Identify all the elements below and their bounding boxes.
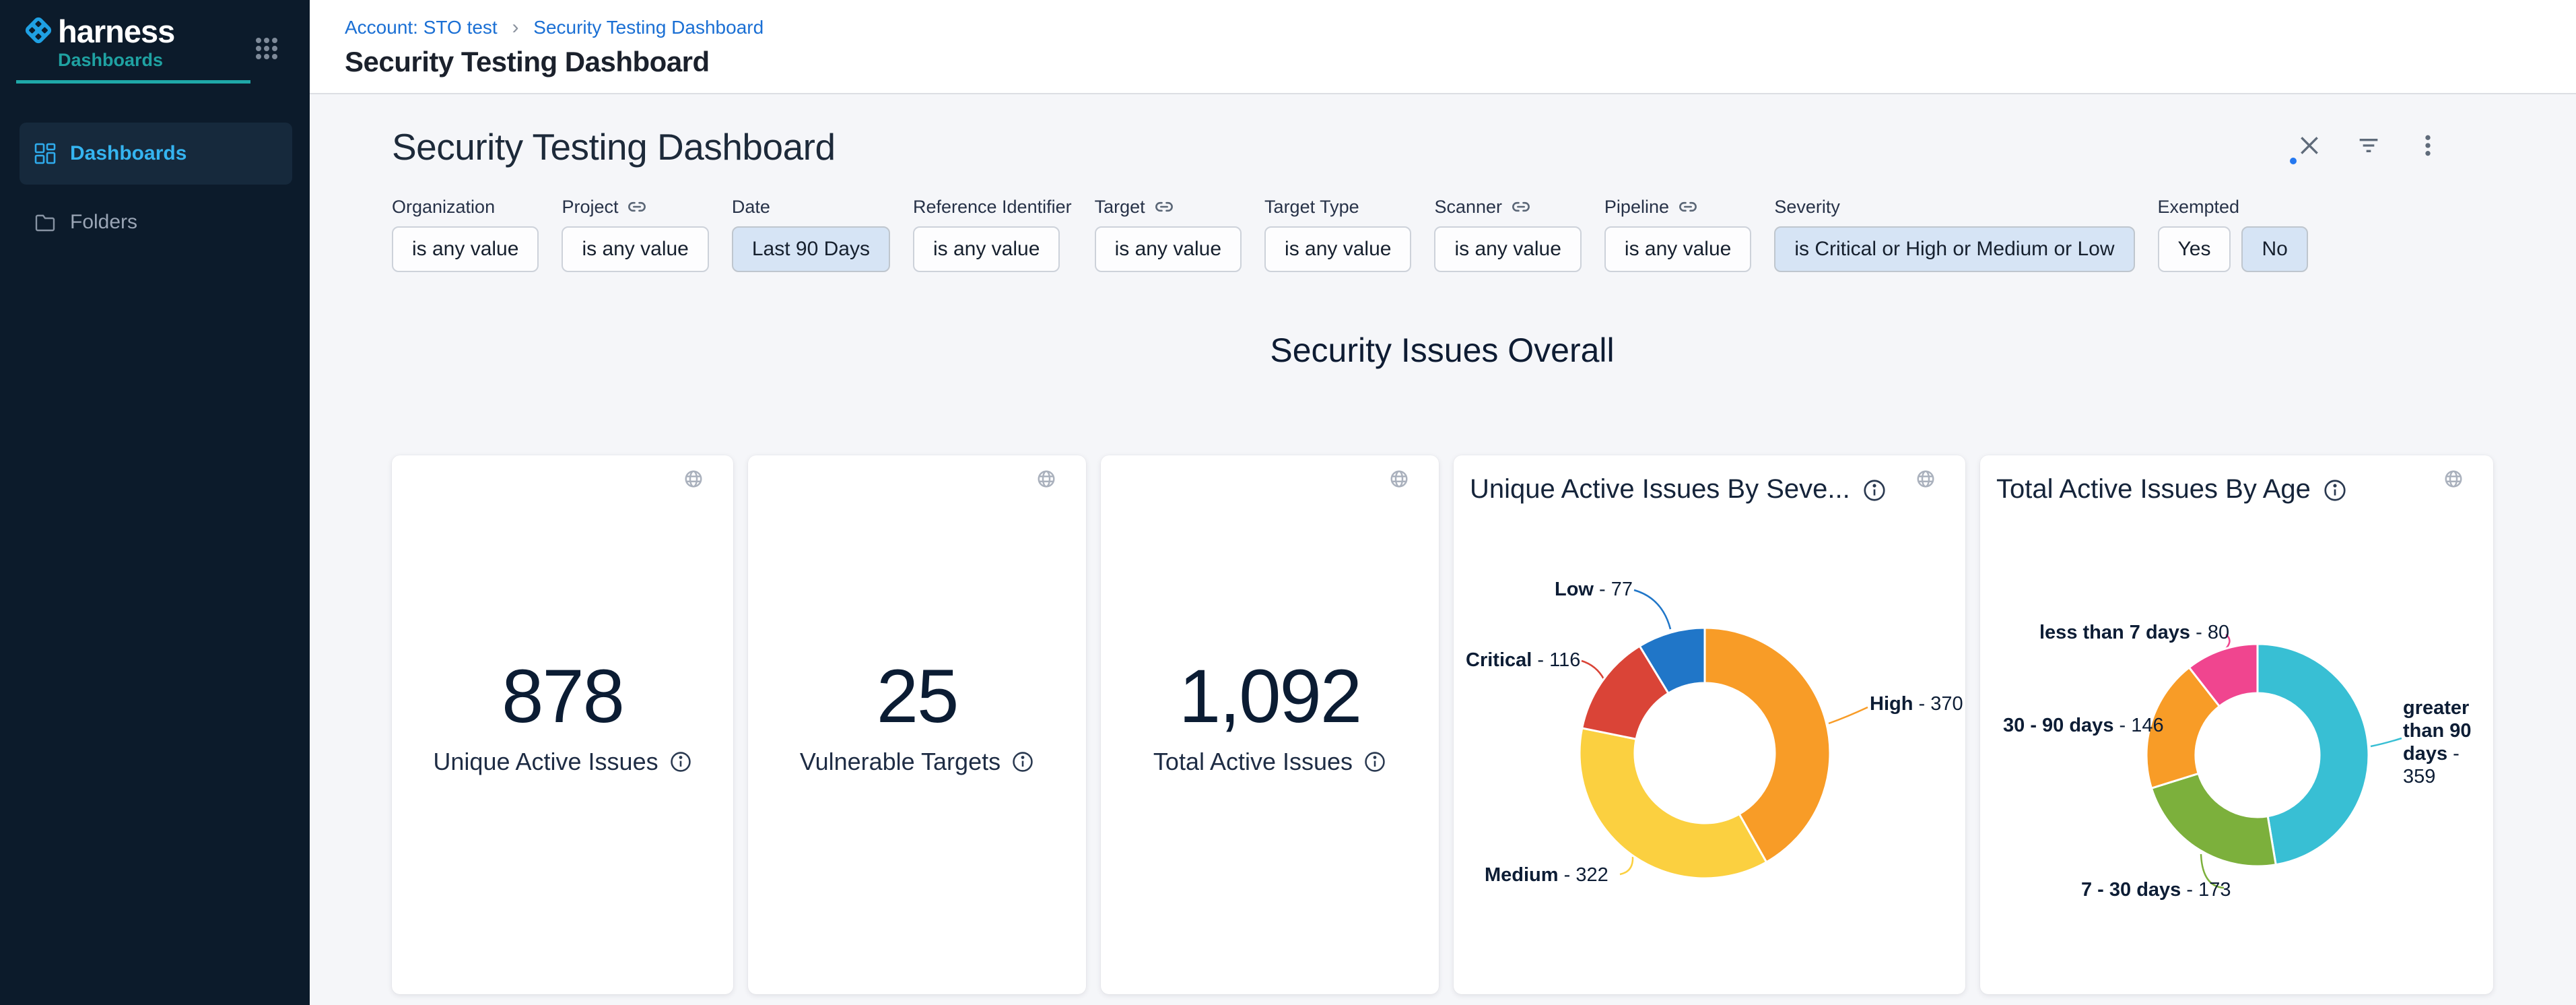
filter-chip-pipeline[interactable]: is any value [1604, 226, 1751, 272]
globe-icon[interactable] [683, 469, 704, 489]
sidebar-item-label: Folders [70, 211, 137, 234]
stat-value: 25 [877, 656, 958, 737]
slice-label-7-30-days: 7 - 30 days - 173 [2081, 878, 2231, 901]
filter-label: Target Type [1264, 197, 1359, 217]
filter-organization: Organization is any value [392, 197, 539, 272]
folder-icon [34, 212, 56, 233]
harness-logo-icon [22, 13, 55, 47]
filter-target-type: Target Type is any value [1264, 197, 1411, 272]
close-icon[interactable] [2296, 132, 2323, 159]
dashboards-icon [34, 143, 56, 164]
section-title: Security Issues Overall [392, 331, 2493, 369]
info-icon[interactable] [669, 750, 692, 773]
filter-chip-target[interactable]: is any value [1095, 226, 1242, 272]
filter-label: Severity [1774, 197, 1840, 217]
app-window: harness Dashboards [0, 0, 2576, 1005]
app-grid-icon[interactable] [255, 36, 279, 61]
filter-label: Project [562, 197, 618, 217]
sidebar-item-label: Dashboards [70, 142, 187, 165]
filter-label: Scanner [1434, 197, 1502, 217]
filter-project: Project is any value [562, 197, 708, 272]
slice-label-less-than-7-days: less than 7 days - 80 [2039, 621, 2229, 644]
sidebar: harness Dashboards [0, 0, 310, 1005]
sidebar-item-dashboards[interactable]: Dashboards [20, 123, 292, 185]
filter-label: Exempted [2158, 197, 2240, 217]
filter-chip-target-type[interactable]: is any value [1264, 226, 1411, 272]
filter-label: Date [732, 197, 770, 217]
link-icon [1679, 197, 1697, 216]
info-icon[interactable] [1363, 750, 1386, 773]
sidebar-divider [16, 80, 250, 84]
severity-donut-chart[interactable] [1454, 455, 1965, 994]
breadcrumb-separator: › [512, 16, 518, 38]
filter-severity: Severity is Critical or High or Medium o… [1774, 197, 2134, 272]
slice-label-greater-than-90-days: greater than 90 days - 359 [2403, 696, 2484, 788]
filter-label: Organization [392, 197, 495, 217]
panel-actions [2296, 132, 2441, 159]
chart-card-severity: Unique Active Issues By Seve... Low - 77… [1454, 455, 1965, 994]
page-title: Security Testing Dashboard [345, 46, 2576, 78]
slice-label-30-90-days: 30 - 90 days - 146 [2003, 714, 2164, 737]
filter-icon[interactable] [2355, 132, 2382, 159]
filter-target: Target is any value [1095, 197, 1242, 272]
kebab-menu-icon[interactable] [2414, 132, 2441, 159]
slice-label-low: Low - 77 [1555, 578, 1633, 601]
filter-chip-reference-identifier[interactable]: is any value [913, 226, 1060, 272]
filter-label: Reference Identifier [913, 197, 1072, 217]
filter-date: Date Last 90 Days [732, 197, 890, 272]
stat-label: Total Active Issues [1153, 748, 1353, 776]
stat-label: Vulnerable Targets [800, 748, 1001, 776]
dashboard-panel-title: Security Testing Dashboard [392, 127, 2576, 167]
link-icon [1512, 197, 1530, 216]
filter-chip-project[interactable]: is any value [562, 226, 708, 272]
sidebar-nav: Dashboards Folders [0, 123, 310, 253]
filter-chip-severity[interactable]: is Critical or High or Medium or Low [1774, 226, 2134, 272]
filter-chip-exempted-yes[interactable]: Yes [2158, 226, 2231, 272]
slice-label-critical: Critical - 116 [1466, 649, 1580, 672]
filter-chip-scanner[interactable]: is any value [1434, 226, 1581, 272]
filter-pipeline: Pipeline is any value [1604, 197, 1751, 272]
logo-row: harness Dashboards [0, 0, 310, 71]
breadcrumb-account-link[interactable]: Account: STO test [345, 17, 498, 38]
cards-row: 878 Unique Active Issues 25 Vulnerable T… [392, 455, 2576, 994]
stat-card-unique-active-issues: 878 Unique Active Issues [392, 455, 733, 994]
link-icon [1155, 197, 1174, 216]
stat-label: Unique Active Issues [433, 748, 658, 776]
dashboard-content: Security Testing Dashboard Organization … [310, 94, 2576, 1005]
pointer-dot [2290, 158, 2297, 164]
top-header: Account: STO test › Security Testing Das… [310, 0, 2576, 94]
filter-label: Target [1095, 197, 1145, 217]
filter-chip-exempted-no[interactable]: No [2241, 226, 2307, 272]
slice-label-medium: Medium - 322 [1485, 864, 1608, 886]
globe-icon[interactable] [1389, 469, 1409, 489]
sidebar-item-folders[interactable]: Folders [20, 191, 292, 253]
breadcrumb: Account: STO test › Security Testing Das… [345, 16, 2576, 39]
main-area: Account: STO test › Security Testing Das… [310, 0, 2576, 1005]
info-icon[interactable] [1011, 750, 1034, 773]
link-icon [628, 197, 646, 216]
stat-card-total-active-issues: 1,092 Total Active Issues [1101, 455, 1439, 994]
stat-value: 878 [502, 656, 623, 737]
slice-label-high: High - 370 [1870, 692, 1963, 715]
filter-chip-date[interactable]: Last 90 Days [732, 226, 890, 272]
globe-icon[interactable] [1036, 469, 1056, 489]
filter-scanner: Scanner is any value [1434, 197, 1581, 272]
chart-card-age: Total Active Issues By Age less than 7 d… [1980, 455, 2493, 994]
stat-card-vulnerable-targets: 25 Vulnerable Targets [748, 455, 1086, 994]
filter-exempted: Exempted Yes No [2158, 197, 2308, 272]
filter-chip-organization[interactable]: is any value [392, 226, 539, 272]
stat-value: 1,092 [1179, 656, 1361, 737]
filter-label: Pipeline [1604, 197, 1669, 217]
filter-reference-identifier: Reference Identifier is any value [913, 197, 1072, 272]
breadcrumb-current-link[interactable]: Security Testing Dashboard [533, 17, 764, 38]
filter-bar: Organization is any value Project is any… [392, 197, 2576, 272]
